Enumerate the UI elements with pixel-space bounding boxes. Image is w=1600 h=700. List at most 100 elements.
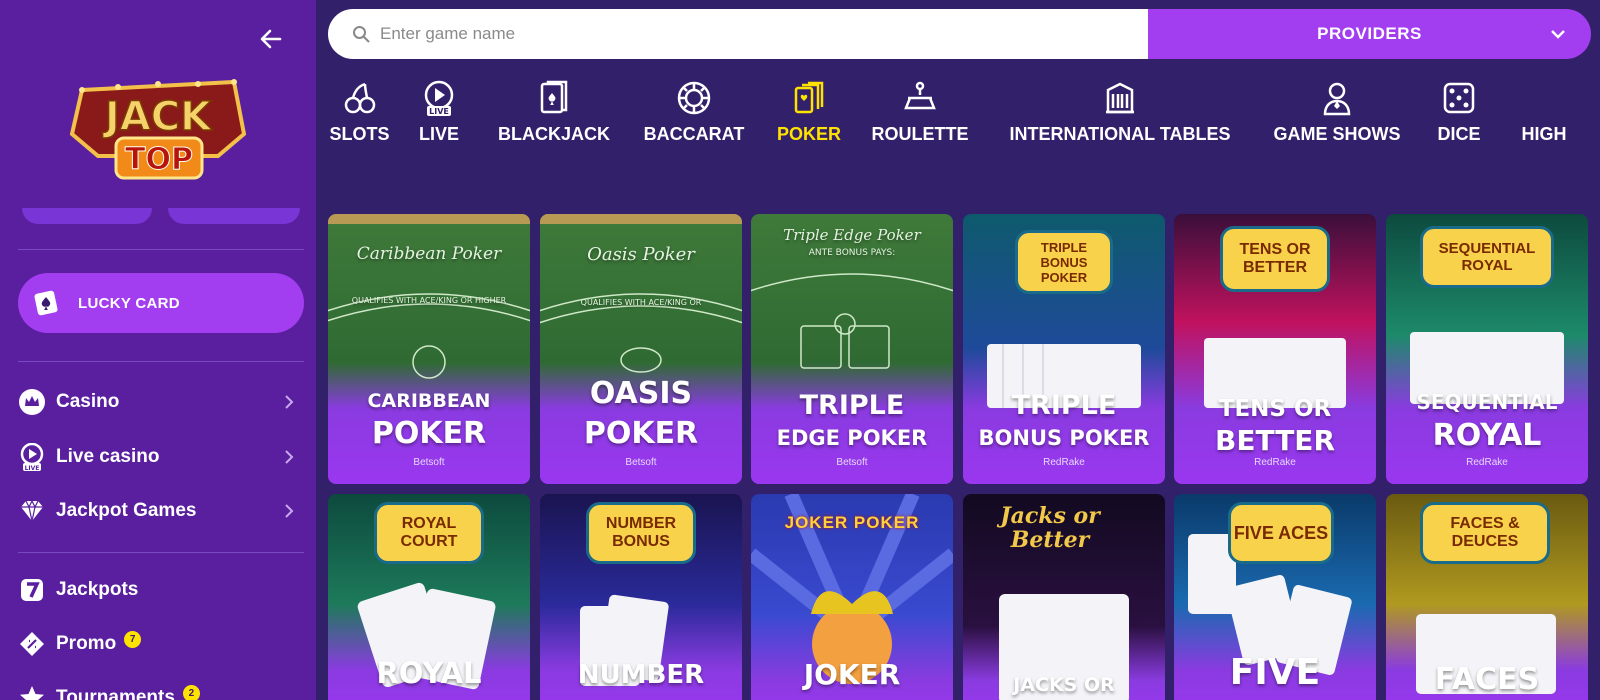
game-tile[interactable]: Jacks or Better JACKS OR	[963, 494, 1165, 700]
category-label: BACCARAT	[643, 124, 745, 144]
svg-text:LIVE: LIVE	[429, 107, 449, 116]
game-tile[interactable]: JOKER POKER JOKER	[751, 494, 953, 700]
search-input[interactable]	[380, 24, 1080, 44]
live-icon: LIVE	[424, 80, 454, 116]
category-international-tables[interactable]: INTERNATIONAL TABLES	[997, 80, 1243, 145]
category-label: SLOTS	[329, 124, 390, 144]
crown-icon	[18, 388, 46, 416]
game-emblem: TRIPLE BONUS POKER	[1015, 230, 1113, 294]
game-title-top: TRIPLE	[1011, 390, 1117, 421]
svg-text:JACK: JACK	[102, 94, 213, 140]
game-tile[interactable]: ROYAL COURT ROYAL	[328, 494, 530, 700]
table-rule: QUALIFIES WITH ACE/KING OR	[580, 298, 702, 307]
poker-hand-icon	[794, 81, 824, 114]
game-tile[interactable]: Oasis Poker QUALIFIES WITH ACE/KING OR O…	[540, 214, 742, 484]
jacktop-logo[interactable]: JACK TOP	[68, 72, 248, 190]
table-script: Oasis Poker	[587, 244, 695, 265]
category-label: ROULETTE	[871, 124, 969, 144]
game-emblem: ROYAL COURT	[374, 502, 484, 564]
nav-tournaments[interactable]: Tournaments 2	[18, 680, 304, 700]
game-provider: Betsoft	[836, 457, 868, 468]
game-tile[interactable]: Caribbean Poker QUALIFIES WITH ACE/KING …	[328, 214, 530, 484]
playing-card-icon	[34, 290, 58, 316]
divider	[18, 361, 304, 362]
nav-jackpot-games[interactable]: Jackpot Games	[18, 493, 304, 529]
category-baccarat[interactable]: BACCARAT	[638, 80, 750, 145]
game-emblem: SEQUENTIAL ROYAL	[1420, 226, 1554, 288]
nav-tournaments-label: Tournaments	[56, 687, 175, 700]
game-title-main: FACES	[1434, 662, 1540, 697]
category-bar: SLOTS LIVE LIVE BLACKJACK BACCARAT POKER…	[328, 80, 1600, 160]
dice-icon	[1443, 82, 1475, 114]
back-arrow-icon[interactable]	[258, 26, 284, 52]
nav-jackpots-label: Jackpots	[56, 579, 139, 600]
building-icon	[1106, 82, 1134, 114]
table-rule: QUALIFIES WITH ACE/KING OR HIGHER	[351, 296, 507, 305]
game-emblem: FIVE ACES	[1228, 502, 1334, 564]
game-tile[interactable]: FIVE ACES FIVE	[1174, 494, 1376, 700]
game-tile[interactable]: Triple Edge Poker ANTE BONUS PAYS: TRIPL…	[751, 214, 953, 484]
chevron-down-icon	[1551, 30, 1565, 39]
game-title-main: FIVE	[1229, 652, 1321, 693]
category-slots[interactable]: SLOTS	[328, 80, 391, 145]
tournaments-count-badge: 2	[182, 684, 200, 700]
svg-text:LIVE: LIVE	[25, 465, 40, 471]
svg-text:TOP: TOP	[125, 142, 193, 177]
game-title-main: NUMBER	[577, 660, 705, 690]
game-tile[interactable]: NUMBER BONUS NUMBER	[540, 494, 742, 700]
category-high[interactable]: HIGH	[1514, 80, 1574, 145]
promo-count-badge: 7	[124, 630, 142, 648]
nav-jackpots[interactable]: Jackpots	[18, 572, 304, 608]
game-tile[interactable]: TENS OR BETTER TENS OR BETTER RedRake	[1174, 214, 1376, 484]
tab-stub-left[interactable]	[22, 208, 152, 224]
providers-dropdown[interactable]: PROVIDERS	[1148, 9, 1591, 59]
game-tile[interactable]: FACES & DEUCES FACES	[1386, 494, 1588, 700]
nav-promo[interactable]: Promo 7	[18, 626, 304, 662]
game-provider: RedRake	[1043, 457, 1085, 468]
nav-live-casino[interactable]: LIVE Live casino	[18, 439, 304, 475]
game-title-top: TRIPLE	[799, 390, 905, 421]
nav-casino[interactable]: Casino	[18, 384, 304, 420]
cards-icon	[540, 80, 568, 114]
game-emblem: Jacks or Better	[1000, 503, 1100, 553]
category-label: POKER	[776, 124, 841, 144]
search-icon	[353, 26, 370, 43]
nav-jackpot-games-label: Jackpot Games	[56, 500, 197, 521]
category-live[interactable]: LIVE LIVE	[415, 80, 463, 145]
game-title-main: EDGE POKER	[776, 426, 928, 450]
game-title-top: CARIBBEAN	[367, 390, 491, 412]
game-tile[interactable]: SEQUENTIAL ROYAL SEQUENTIAL ROYAL RedRak…	[1386, 214, 1588, 484]
category-game-shows[interactable]: GAME SHOWS	[1267, 80, 1407, 145]
category-poker[interactable]: POKER	[774, 80, 844, 145]
category-label: INTERNATIONAL TABLES	[1009, 124, 1231, 144]
game-title-top: SEQUENTIAL	[1416, 390, 1558, 414]
category-dice[interactable]: DICE	[1434, 80, 1484, 145]
game-title-main: JACKS OR	[1013, 674, 1115, 696]
game-title-main: BONUS POKER	[978, 426, 1150, 450]
game-title-main: JOKER	[803, 658, 901, 691]
host-icon	[1323, 82, 1351, 116]
tab-stub-right[interactable]	[168, 208, 300, 224]
search-bar: PROVIDERS	[328, 9, 1591, 59]
game-title-main: POKER	[371, 416, 487, 451]
game-title-main: BETTER	[1215, 424, 1335, 457]
category-label: LIVE	[418, 124, 459, 144]
game-tile[interactable]: TRIPLE BONUS POKER TRIPLE BONUS POKER Re…	[963, 214, 1165, 484]
category-label: HIGH	[1521, 124, 1567, 144]
chevron-right-icon	[285, 450, 294, 464]
game-provider: Betsoft	[413, 457, 445, 468]
game-emblem: NUMBER BONUS	[586, 502, 696, 564]
category-label: BLACKJACK	[498, 124, 610, 144]
category-blackjack[interactable]: BLACKJACK	[491, 80, 617, 145]
seven-icon	[18, 576, 46, 604]
category-label: DICE	[1437, 124, 1481, 144]
sidebar: JACK TOP LUCKY CARD Casino LIVE Live cas…	[0, 0, 316, 700]
ticket-icon	[18, 630, 46, 658]
lucky-card-button[interactable]: LUCKY CARD	[18, 273, 304, 333]
table-script: Triple Edge Poker	[783, 226, 921, 244]
search-field[interactable]	[328, 9, 1148, 59]
game-title-main: OASIS POKER	[583, 376, 699, 451]
category-roulette[interactable]: ROULETTE	[868, 80, 972, 145]
divider	[18, 249, 304, 250]
chip-icon	[677, 81, 711, 115]
